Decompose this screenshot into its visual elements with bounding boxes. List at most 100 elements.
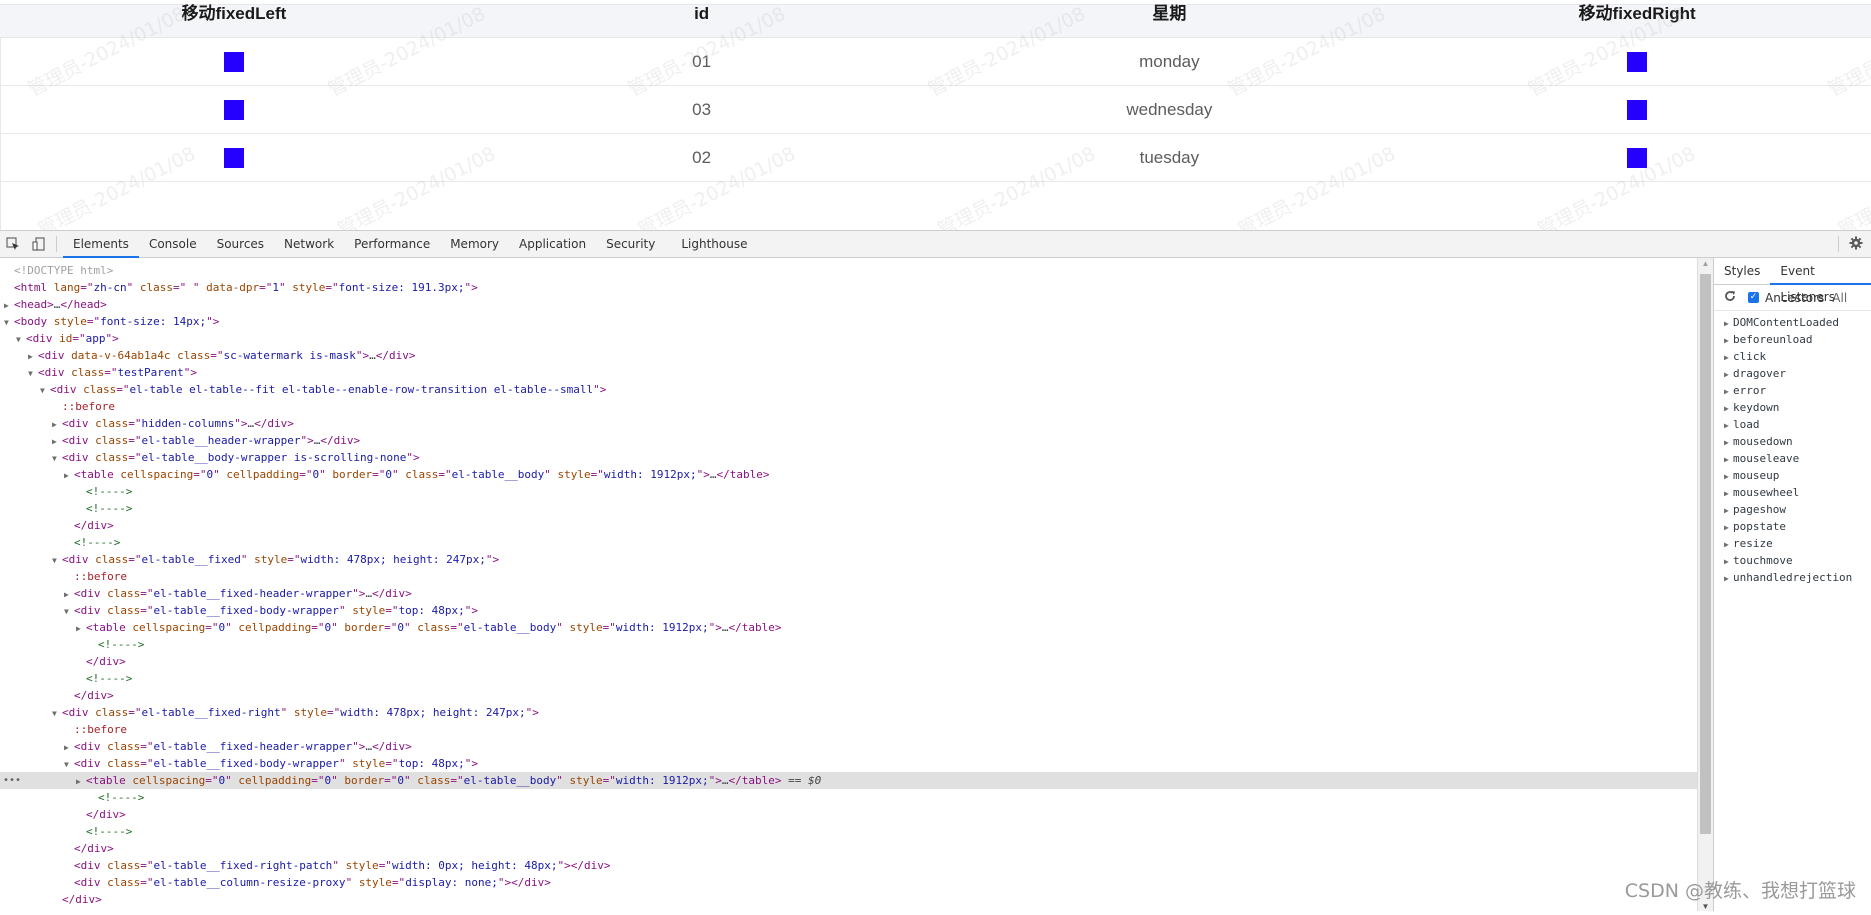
dom-node-line[interactable]: ▼ <div class="el-table el-table--fit el-t…	[0, 381, 1697, 398]
event-listener-item[interactable]: ▶ mouseleave	[1714, 450, 1871, 467]
tab-performance[interactable]: Performance	[344, 231, 440, 257]
dom-node-line[interactable]: </div>	[0, 806, 1697, 823]
expand-triangle-closed-icon[interactable]: ▶	[1724, 485, 1733, 502]
device-toolbar-icon[interactable]	[26, 231, 52, 257]
tab-console[interactable]: Console	[139, 231, 207, 257]
dom-node-line[interactable]: </div>	[0, 840, 1697, 857]
expand-triangle-closed-icon[interactable]: ▶	[1724, 400, 1733, 417]
dom-node-line[interactable]: <!---->	[0, 483, 1697, 500]
event-listener-item[interactable]: ▶ keydown	[1714, 399, 1871, 416]
table-row[interactable]: 02 tuesday	[0, 134, 1871, 182]
expand-triangle-open-icon[interactable]: ▼	[52, 705, 62, 722]
dom-node-line[interactable]: <html lang="zh-cn" class=" " data-dpr="1…	[0, 279, 1697, 296]
dom-node-selected[interactable]: ••• ▶ <table cellspacing="0" cellpadding="…	[0, 772, 1697, 789]
table-row[interactable]: 03 wednesday	[0, 86, 1871, 134]
dom-node-line[interactable]: </div>	[0, 891, 1697, 908]
dom-node-line[interactable]: ▼ <div class="el-table__fixed" style="wid…	[0, 551, 1697, 568]
expand-triangle-open-icon[interactable]: ▼	[16, 331, 26, 348]
inspect-element-icon[interactable]	[0, 231, 26, 257]
expand-triangle-closed-icon[interactable]: ▶	[1724, 519, 1733, 536]
expand-triangle-closed-icon[interactable]: ▶	[1724, 502, 1733, 519]
expand-triangle-open-icon[interactable]: ▼	[4, 314, 14, 331]
refresh-icon[interactable]	[1724, 290, 1736, 305]
expand-triangle-closed-icon[interactable]: ▶	[1724, 553, 1733, 570]
expand-triangle-open-icon[interactable]: ▼	[40, 382, 50, 399]
expand-triangle-closed-icon[interactable]: ▶	[52, 416, 62, 433]
tab-sources[interactable]: Sources	[207, 231, 274, 257]
dom-node-line[interactable]: ▶ <div class="el-table__header-wrapper">……	[0, 432, 1697, 449]
expand-triangle-closed-icon[interactable]: ▶	[4, 297, 14, 314]
dom-node-line[interactable]: ▶ <div class="el-table__fixed-header-wrap…	[0, 585, 1697, 602]
event-listener-item[interactable]: ▶ load	[1714, 416, 1871, 433]
event-listener-item[interactable]: ▶ pageshow	[1714, 501, 1871, 518]
dom-node-line[interactable]: ::before	[0, 398, 1697, 415]
tab-styles[interactable]: Styles	[1714, 258, 1770, 284]
dom-node-line[interactable]: ▶ <div class="hidden-columns">…</div>	[0, 415, 1697, 432]
expand-triangle-closed-icon[interactable]: ▶	[64, 739, 74, 756]
dom-node-line[interactable]: ::before	[0, 568, 1697, 585]
dom-node-line[interactable]: ▶ <div data-v-64ab1a4c class="sc-watermar…	[0, 347, 1697, 364]
tab-event-listeners[interactable]: Event Listeners	[1770, 258, 1871, 304]
dom-node-line[interactable]: <div class="el-table__fixed-right-patch"…	[0, 857, 1697, 874]
dom-node-line[interactable]: ▼ <div class="el-table__fixed-right" styl…	[0, 704, 1697, 721]
dom-node-line[interactable]: </div>	[0, 517, 1697, 534]
expand-triangle-closed-icon[interactable]: ▶	[1724, 434, 1733, 451]
event-listener-item[interactable]: ▶ touchmove	[1714, 552, 1871, 569]
dom-node-line[interactable]: ▼ <div id="app">	[0, 330, 1697, 347]
elements-dom-tree[interactable]: <!DOCTYPE html> <html lang="zh-cn" class=…	[0, 258, 1697, 915]
expand-triangle-closed-icon[interactable]: ▶	[1724, 417, 1733, 434]
table-row[interactable]: 01 monday	[0, 38, 1871, 86]
tab-elements[interactable]: Elements	[63, 231, 139, 258]
dom-node-line[interactable]: <!---->	[0, 636, 1697, 653]
expand-triangle-closed-icon[interactable]: ▶	[1724, 468, 1733, 485]
elements-scrollbar[interactable]: ▲ ▼	[1697, 258, 1713, 911]
event-listener-item[interactable]: ▶ dragover	[1714, 365, 1871, 382]
event-listener-item[interactable]: ▶ error	[1714, 382, 1871, 399]
event-listener-item[interactable]: ▶ click	[1714, 348, 1871, 365]
expand-triangle-closed-icon[interactable]: ▶	[1724, 349, 1733, 366]
dom-node-line[interactable]: ▶ <table cellspacing="0" cellpadding="0" …	[0, 466, 1697, 483]
dom-node-line[interactable]: <!---->	[0, 534, 1697, 551]
dom-node-line[interactable]: <!---->	[0, 823, 1697, 840]
dom-node-line[interactable]: ▼ <body style="font-size: 14px;">	[0, 313, 1697, 330]
event-listener-item[interactable]: ▶ popstate	[1714, 518, 1871, 535]
expand-triangle-open-icon[interactable]: ▼	[28, 365, 38, 382]
dom-node-line[interactable]: <div class="el-table__column-resize-prox…	[0, 874, 1697, 891]
dom-node-line[interactable]: </div>	[0, 653, 1697, 670]
expand-triangle-open-icon[interactable]: ▼	[64, 756, 74, 773]
expand-triangle-closed-icon[interactable]: ▶	[1724, 332, 1733, 349]
dom-node-line[interactable]: <!---->	[0, 789, 1697, 806]
expand-triangle-closed-icon[interactable]: ▶	[1724, 383, 1733, 400]
column-header-weekday[interactable]: 星期	[936, 5, 1404, 37]
tab-security[interactable]: Security	[596, 231, 665, 257]
expand-triangle-closed-icon[interactable]: ▶	[1724, 570, 1733, 587]
dom-node-line[interactable]: ▶ <table cellspacing="0" cellpadding="0" …	[0, 619, 1697, 636]
tab-lighthouse[interactable]: Lighthouse	[671, 231, 757, 257]
expand-triangle-closed-icon[interactable]: ▶	[1724, 366, 1733, 383]
tab-memory[interactable]: Memory	[440, 231, 509, 257]
dom-node-line[interactable]: ▶ <head>…</head>	[0, 296, 1697, 313]
expand-triangle-closed-icon[interactable]: ▶	[28, 348, 38, 365]
node-actions-icon[interactable]: •••	[3, 772, 21, 789]
event-listener-item[interactable]: ▶ DOMContentLoaded	[1714, 314, 1871, 331]
event-listener-item[interactable]: ▶ resize	[1714, 535, 1871, 552]
expand-triangle-open-icon[interactable]: ▼	[52, 552, 62, 569]
column-header-id[interactable]: id	[468, 5, 936, 37]
event-listener-item[interactable]: ▶ beforeunload	[1714, 331, 1871, 348]
event-listener-item[interactable]: ▶ mousedown	[1714, 433, 1871, 450]
column-header-fixed-right[interactable]: 移动fixedRight	[1403, 5, 1871, 37]
ancestors-checkbox[interactable]: ✓	[1748, 292, 1759, 303]
dom-node-line[interactable]: ▼ <div class="testParent">	[0, 364, 1697, 381]
dom-node-line[interactable]: <!---->	[0, 500, 1697, 517]
settings-gear-icon[interactable]	[1849, 236, 1863, 253]
expand-triangle-closed-icon[interactable]: ▶	[76, 620, 86, 637]
expand-triangle-open-icon[interactable]: ▼	[64, 603, 74, 620]
expand-triangle-closed-icon[interactable]: ▶	[76, 773, 86, 790]
dom-node-line[interactable]: ::before	[0, 721, 1697, 738]
expand-triangle-closed-icon[interactable]: ▶	[1724, 451, 1733, 468]
tab-network[interactable]: Network	[274, 231, 344, 257]
column-header-fixed-left[interactable]: 移动fixedLeft	[0, 5, 468, 37]
scrollbar-thumb[interactable]	[1700, 274, 1711, 834]
expand-triangle-closed-icon[interactable]: ▶	[1724, 536, 1733, 553]
expand-triangle-closed-icon[interactable]: ▶	[64, 467, 74, 484]
